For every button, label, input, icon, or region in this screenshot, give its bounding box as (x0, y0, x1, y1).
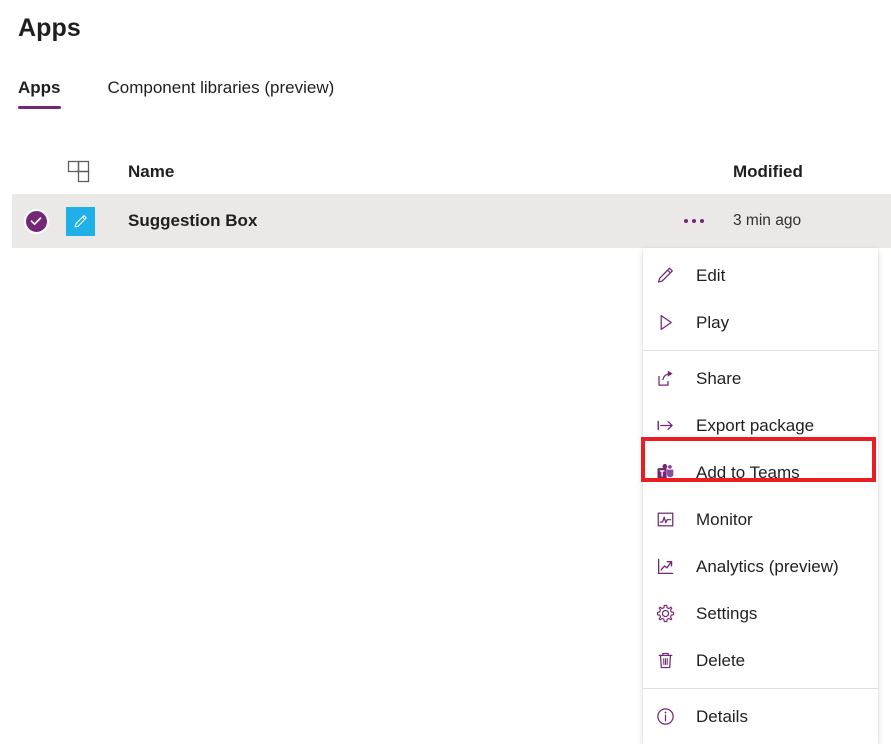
analytics-icon (655, 556, 687, 577)
menu-item-play[interactable]: Play (643, 299, 878, 346)
menu-item-edit[interactable]: Edit (643, 252, 878, 299)
tab-apps-label: Apps (18, 78, 61, 97)
menu-item-analytics[interactable]: Analytics (preview) (643, 543, 878, 590)
check-circle-icon[interactable] (24, 209, 49, 234)
tab-component-libraries[interactable]: Component libraries (preview) (108, 78, 335, 109)
grid-icon[interactable] (66, 159, 92, 185)
menu-item-share[interactable]: Share (643, 355, 878, 402)
menu-item-delete[interactable]: Delete (643, 637, 878, 684)
menu-item-details[interactable]: Details (643, 693, 878, 740)
play-icon (655, 312, 687, 333)
tab-component-libraries-label: Component libraries (preview) (108, 78, 335, 97)
apps-list: Name Modified Suggestion Box (0, 150, 891, 248)
menu-item-monitor-label: Monitor (687, 510, 753, 530)
tab-bar: Apps Component libraries (preview) (18, 78, 334, 109)
row-app-icon-cell (60, 207, 116, 236)
row-actions-cell (657, 215, 731, 227)
menu-item-edit-label: Edit (687, 266, 725, 286)
context-menu: Edit Play Share Export packa (643, 248, 878, 744)
menu-item-share-label: Share (687, 369, 741, 389)
page-title: Apps (18, 14, 81, 43)
menu-item-settings[interactable]: Settings (643, 590, 878, 637)
menu-item-details-label: Details (687, 707, 748, 727)
teams-icon (655, 462, 687, 483)
menu-item-monitor[interactable]: Monitor (643, 496, 878, 543)
menu-item-play-label: Play (687, 313, 729, 333)
ellipsis-icon[interactable] (682, 215, 706, 227)
header-grid-icon-cell (60, 159, 116, 185)
export-icon (655, 415, 687, 436)
menu-separator (643, 350, 878, 351)
menu-item-export-package[interactable]: Export package (643, 402, 878, 449)
menu-item-add-to-teams[interactable]: Add to Teams (643, 449, 878, 496)
trash-icon (655, 650, 687, 671)
menu-separator (643, 688, 878, 689)
menu-item-delete-label: Delete (687, 651, 745, 671)
monitor-icon (655, 509, 687, 530)
row-modified: 3 min ago (731, 212, 891, 230)
pencil-icon (655, 265, 687, 286)
app-pencil-icon[interactable] (66, 207, 95, 236)
table-row[interactable]: Suggestion Box 3 min ago (12, 194, 891, 248)
share-icon (655, 368, 687, 389)
menu-item-add-to-teams-label: Add to Teams (687, 463, 800, 483)
menu-item-settings-label: Settings (687, 604, 757, 624)
list-header: Name Modified (0, 150, 891, 194)
row-app-name[interactable]: Suggestion Box (116, 211, 657, 231)
gear-icon (655, 603, 687, 624)
menu-item-export-package-label: Export package (687, 416, 814, 436)
info-icon (655, 706, 687, 727)
row-check-cell (12, 209, 60, 234)
header-modified[interactable]: Modified (731, 162, 891, 182)
header-name[interactable]: Name (116, 162, 657, 182)
tab-apps[interactable]: Apps (18, 78, 61, 109)
menu-item-analytics-label: Analytics (preview) (687, 557, 839, 577)
